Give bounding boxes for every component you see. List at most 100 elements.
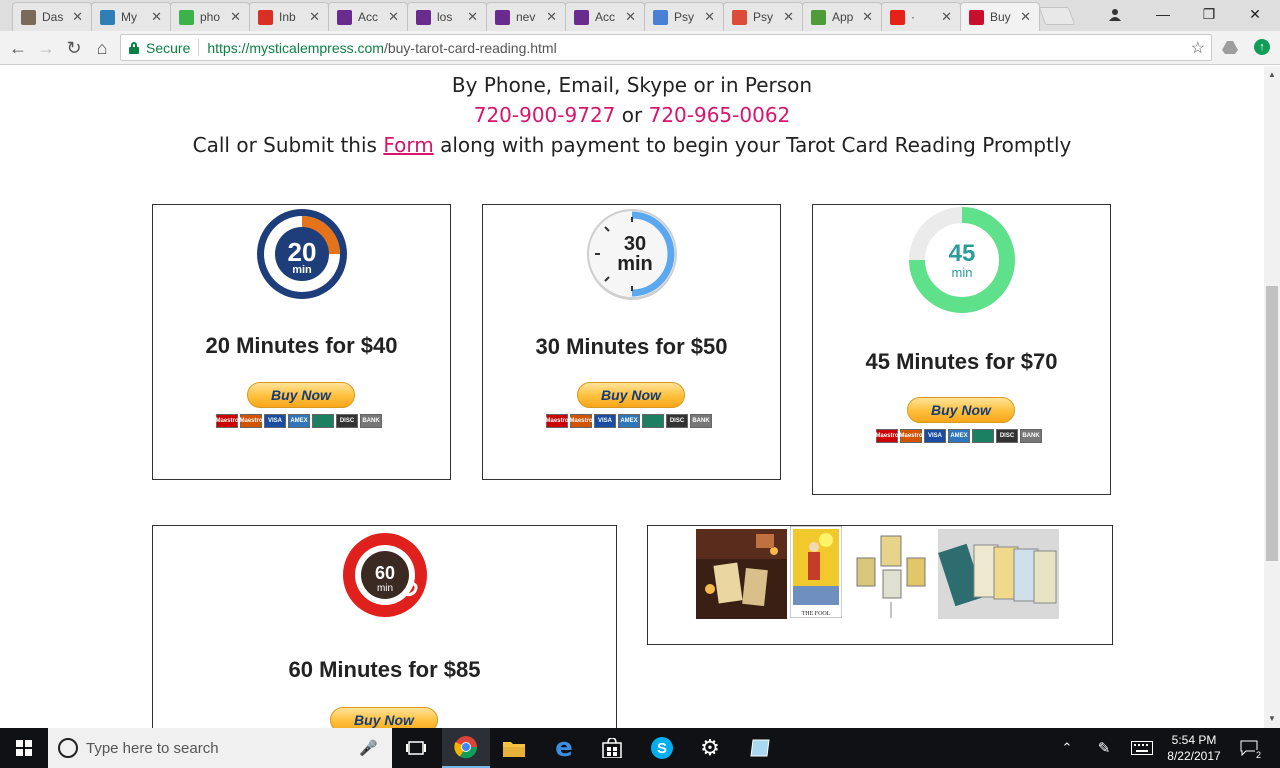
settings-gear-icon[interactable]: ⚙ [686,728,734,768]
file-explorer-icon[interactable] [490,728,538,768]
tab-title: Psy [753,10,774,24]
timer-30-unit: min [617,253,653,275]
payment-logo: Maestro [216,414,239,428]
timer-20-icon: 20 min [257,209,347,299]
edge-icon[interactable]: e [540,728,588,768]
show-hidden-icons-icon[interactable]: ⌃ [1056,728,1078,768]
scroll-thumb[interactable] [1266,286,1278,561]
youtube-favicon-icon [890,9,905,25]
timer-45-icon: 45 min [909,207,1015,313]
reload-icon[interactable]: ↻ [62,36,86,60]
buy-now-button-60[interactable]: Buy Now [330,707,438,728]
tab-title: · [911,10,915,24]
new-tab-button[interactable] [1038,7,1076,25]
browser-tab[interactable]: nev ✕ [486,2,566,31]
buy-now-button-20[interactable]: Buy Now [247,382,355,408]
phone-link-2[interactable]: 720-965-0062 [649,103,791,127]
start-button[interactable] [0,728,48,768]
browser-tab[interactable]: My ✕ [91,2,171,31]
tab-close-icon[interactable]: ✕ [72,9,83,25]
tab-close-icon[interactable]: ✕ [230,9,241,25]
browser-tab[interactable]: Inb ✕ [249,2,329,31]
page-scrollbar[interactable]: ▲ ▼ [1264,66,1280,728]
notepad-app-icon[interactable] [736,728,784,768]
payment-logos: Maestro Maestro VISA AMEX DISC BANK [546,414,712,428]
tab-close-icon[interactable]: ✕ [941,9,952,25]
tab-close-icon[interactable]: ✕ [309,9,320,25]
tab-close-icon[interactable]: ✕ [625,9,636,25]
tab-close-icon[interactable]: ✕ [862,9,873,25]
action-center-icon[interactable]: 2 [1234,728,1264,768]
contact-methods: By Phone, Email, Skype or in Person [451,73,813,97]
chrome-taskbar-icon[interactable] [442,728,490,768]
task-view-icon[interactable] [392,728,440,768]
tab-close-icon[interactable]: ✕ [467,9,478,25]
timer-20-unit: min [292,264,312,276]
close-window-icon[interactable]: ✕ [1232,0,1278,28]
forward-icon[interactable]: → [34,36,58,60]
update-extension-icon[interactable]: ↑ [1254,39,1270,55]
taskbar-search[interactable]: Type here to search 🎤 [48,728,392,768]
browser-tab[interactable]: Das ✕ [12,2,92,31]
drive-extension-icon[interactable] [1222,39,1238,55]
browser-tab[interactable]: los ✕ [407,2,487,31]
package-title: 30 Minutes for $50 [535,334,728,359]
timer-60-number: 60 [375,563,395,583]
browser-tab[interactable]: Acc ✕ [565,2,645,31]
home-icon[interactable]: ⌂ [90,36,114,60]
address-bar[interactable]: Secure https://mysticalempress.com/buy-t… [120,34,1212,61]
timer-45-number: 45 [949,240,976,267]
package-card-45: 45 min 45 Minutes for $70 Buy Now Maestr… [812,204,1111,495]
taskbar-clock[interactable]: 5:54 PM 8/22/2017 [1162,732,1226,764]
form-link[interactable]: Form [383,133,433,157]
bookmark-star-icon[interactable]: ☆ [1191,38,1205,58]
browser-tab[interactable]: App ✕ [802,2,882,31]
tab-close-icon[interactable]: ✕ [704,9,715,25]
tab-close-icon[interactable]: ✕ [783,9,794,25]
browser-toolbar: ← → ↻ ⌂ Secure https://mysticalempress.c… [0,31,1280,65]
windows-logo-icon [16,740,32,756]
browser-tab[interactable]: Psy ✕ [723,2,803,31]
clock-time: 5:54 PM [1171,733,1217,747]
tarot-candle-photo [696,529,787,619]
timer-60-unit: min [377,583,393,594]
tab-strip: Das ✕ My ✕ pho ✕ Inb ✕ Acc ✕ los ✕ nev ✕ Acc ✕ Psy ✕ Psy ✕ A… [0,0,1280,31]
tab-close-icon[interactable]: ✕ [151,9,162,25]
microphone-icon[interactable]: 🎤 [359,739,378,757]
page-content: By Phone, Email, Skype or in Person 720-… [0,66,1264,728]
buy-now-button-45[interactable]: Buy Now [907,397,1015,423]
browser-tab[interactable]: · ✕ [881,2,961,31]
peace-favicon-icon [416,9,431,25]
package-card-30: 30 min 30 Minutes for $50 Buy Now Maestr… [482,204,781,480]
payment-logo [642,414,664,428]
tab-close-icon[interactable]: ✕ [1020,9,1031,25]
profile-icon[interactable] [1092,0,1138,28]
tarot-spread-image [851,532,929,620]
payment-logos: Maestro Maestro VISA AMEX DISC BANK [876,429,1042,443]
touch-keyboard-icon[interactable] [1128,728,1156,768]
fool-card-caption: THE FOOL [802,611,831,617]
omnibox-divider [198,39,200,56]
buy-now-button-30[interactable]: Buy Now [577,382,685,408]
tab-close-icon[interactable]: ✕ [546,9,557,25]
phone-link-1[interactable]: 720-900-9727 [474,103,616,127]
browser-tab[interactable]: Buy ✕ [960,2,1040,31]
browser-tab[interactable]: pho ✕ [170,2,250,31]
url-host: https://mysticalempress.com [207,39,384,56]
browser-tab[interactable]: Psy ✕ [644,2,724,31]
pen-workspace-icon[interactable]: ✎ [1092,728,1116,768]
tab-title: pho [200,10,221,24]
scroll-up-icon[interactable]: ▲ [1268,70,1276,79]
payment-logo: Maestro [570,414,593,428]
payment-logo: BANK [690,414,712,428]
restore-icon[interactable]: ❐ [1186,0,1232,28]
store-icon[interactable] [588,728,636,768]
payment-logo: VISA [594,414,616,428]
skype-icon[interactable]: S [638,728,686,768]
browser-tab[interactable]: Acc ✕ [328,2,408,31]
timer-30-number: 30 [624,233,646,255]
tab-close-icon[interactable]: ✕ [388,9,399,25]
scroll-down-icon[interactable]: ▼ [1268,714,1276,723]
back-icon[interactable]: ← [6,36,30,60]
minimize-icon[interactable]: — [1140,0,1186,28]
